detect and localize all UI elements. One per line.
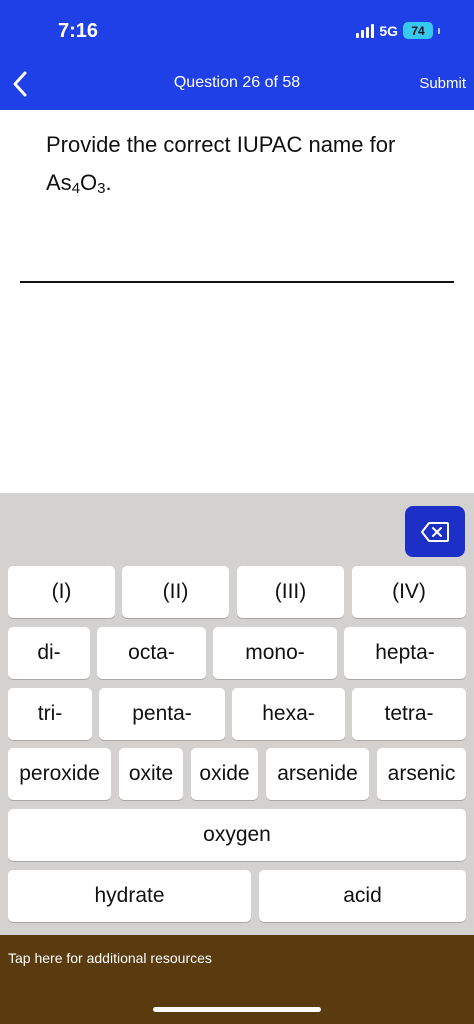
battery-tip: [438, 27, 440, 34]
submit-button[interactable]: Submit: [419, 75, 466, 92]
network-label: 5G: [379, 22, 398, 39]
resources-footer: Tap here for additional resources: [0, 935, 474, 1024]
status-indicators: 5G 74: [356, 22, 440, 39]
key-arsenide[interactable]: arsenide: [266, 748, 369, 800]
key-arsenic[interactable]: arsenic: [377, 748, 466, 800]
key-oxidation-iii[interactable]: (III): [237, 566, 344, 618]
question-counter: Question 26 of 58: [173, 74, 301, 91]
backspace-icon: [421, 521, 449, 542]
key-oxidation-i[interactable]: (I): [8, 566, 115, 618]
formula-o: O: [80, 170, 98, 195]
key-oxidation-ii[interactable]: (II): [122, 566, 229, 618]
top-header: 7:16 5G 74 Question 26 of 58 Submit: [0, 0, 474, 110]
key-hydrate[interactable]: hydrate: [8, 870, 251, 922]
backspace-button[interactable]: [405, 506, 465, 557]
key-oxite[interactable]: oxite: [119, 748, 183, 800]
question-prompt: Provide the correct IUPAC name for: [46, 132, 396, 157]
signal-icon: [356, 23, 375, 38]
formula-period: .: [105, 170, 112, 195]
key-oxidation-iv[interactable]: (IV): [352, 566, 466, 618]
key-hepta[interactable]: hepta-: [344, 627, 466, 679]
battery-level: 74: [411, 23, 425, 38]
question-text: Provide the correct IUPAC name for As4O3…: [46, 126, 446, 208]
key-penta[interactable]: penta-: [99, 688, 225, 740]
key-tetra[interactable]: tetra-: [352, 688, 466, 740]
key-acid[interactable]: acid: [259, 870, 466, 922]
key-oxide[interactable]: oxide: [191, 748, 258, 800]
formula-sub-4: 4: [71, 180, 81, 197]
key-octa[interactable]: octa-: [97, 627, 206, 679]
key-tri[interactable]: tri-: [8, 688, 92, 740]
formula-sub-3: 3: [97, 180, 106, 197]
battery-icon: 74: [403, 22, 433, 39]
formula-as: As: [46, 170, 72, 195]
additional-resources-link[interactable]: Tap here for additional resources: [8, 950, 212, 966]
key-peroxide[interactable]: peroxide: [8, 748, 111, 800]
answer-field[interactable]: [20, 281, 454, 283]
formula: As4O3.: [46, 170, 112, 197]
home-indicator[interactable]: [153, 1007, 321, 1012]
key-di[interactable]: di-: [8, 627, 90, 679]
key-hexa[interactable]: hexa-: [232, 688, 345, 740]
status-time: 7:16: [58, 20, 99, 42]
key-oxygen[interactable]: oxygen: [8, 809, 466, 861]
key-mono[interactable]: mono-: [213, 627, 337, 679]
